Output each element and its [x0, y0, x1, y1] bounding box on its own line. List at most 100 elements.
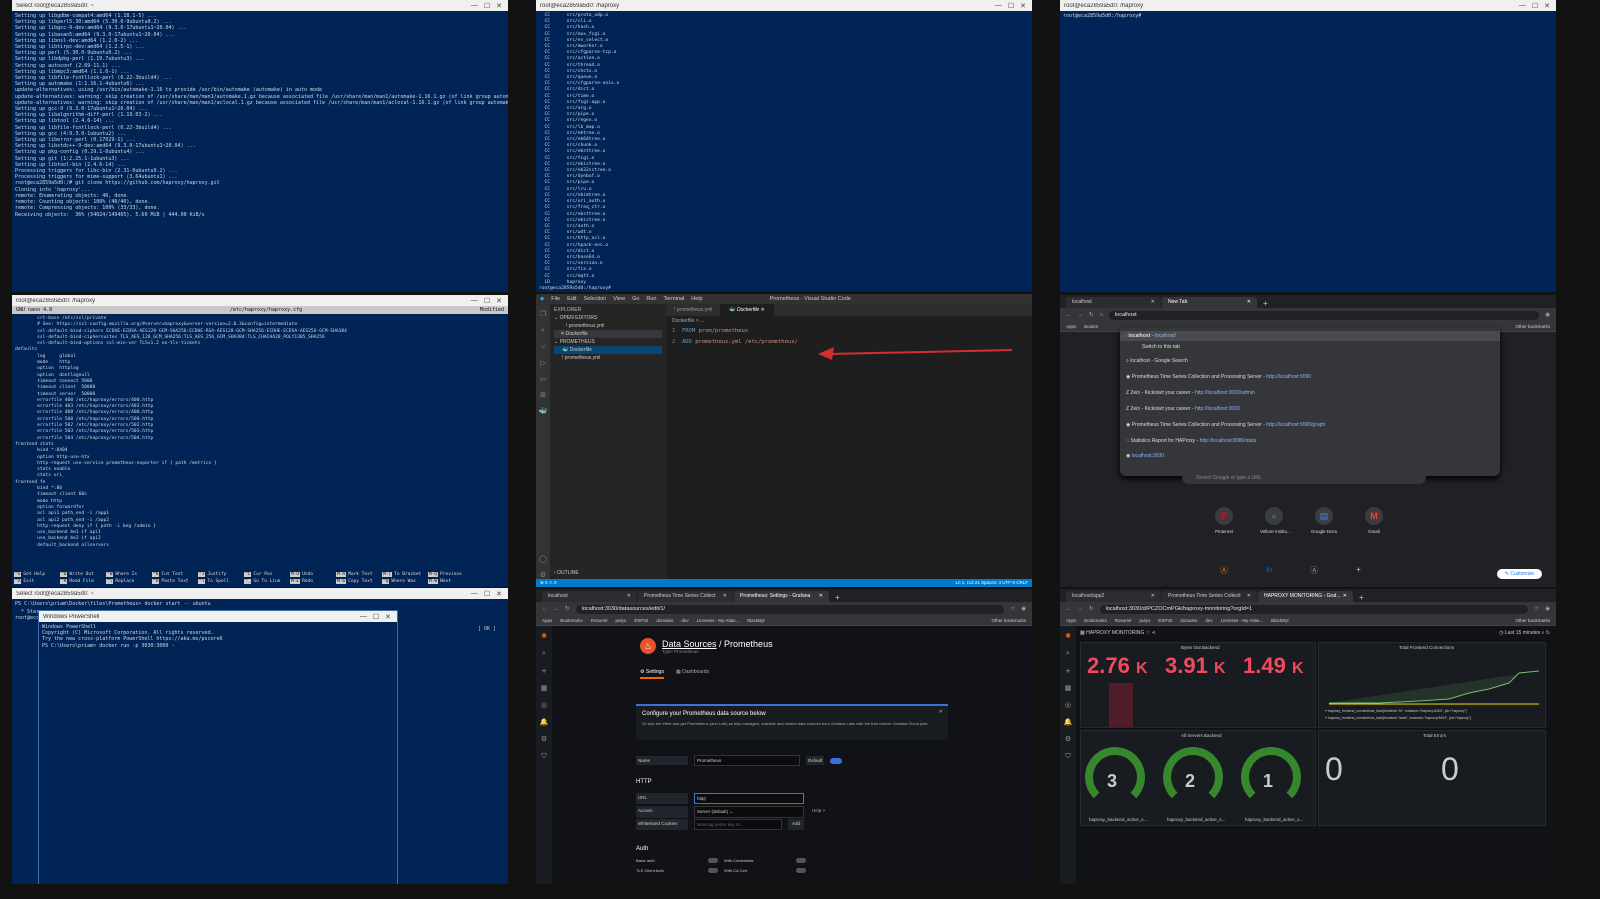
maximize-icon[interactable]: ☐ — [1532, 2, 1538, 10]
terminal-output[interactable]: Setting up libgdbm-compat4:amd64 (1.18.1… — [12, 11, 508, 292]
explore-icon[interactable]: ◎ — [541, 701, 547, 709]
panel-all-servers[interactable]: All Servers Backend 3 2 1 haproxy_backen… — [1080, 730, 1316, 826]
configuration-icon[interactable]: ⚙ — [1065, 735, 1071, 743]
tab-localhost[interactable]: localhost ✕ — [1066, 297, 1161, 308]
code-line-1[interactable]: 1 FROM prom/prometheus — [666, 326, 1032, 337]
dashboard-title[interactable]: ▦ HAPROXY MONITORING ☆ ⋖ — [1080, 630, 1156, 636]
terminal-window-powershell[interactable]: Select root@eca2859a5d0: ~ — ☐ ✕ PS C:\User… — [12, 588, 508, 884]
close-icon[interactable]: ✕ — [939, 709, 943, 715]
extensions-icon[interactable]: ⊞ — [540, 391, 546, 399]
legend-item-2[interactable]: ━ haproxy_frontend_connections_total{fro… — [1325, 716, 1471, 720]
close-icon[interactable]: ✕ — [1020, 2, 1026, 10]
terminal-window-nano[interactable]: root@eca2859a5d0: /haproxy — ☐ ✕ GNU nano 4… — [12, 295, 508, 587]
other-bookmarks[interactable]: Other bookmarks — [1515, 618, 1550, 623]
shortcut-vellore[interactable]: ● Vellore Institu... — [1260, 507, 1291, 534]
nano-editor[interactable]: crt-base /etc/ssl/private # See: https:/… — [12, 314, 508, 569]
url-input[interactable]: localhost:3030/datasources/edit/1/ — [575, 604, 1005, 614]
bookmark-item[interactable]: Apps — [542, 618, 552, 623]
legend-item-1[interactable]: ━ haproxy_frontend_connections_total{fro… — [1325, 709, 1467, 713]
docker-icon[interactable]: 🐳 — [539, 407, 548, 415]
bookmark-item[interactable]: Licenses - My Atlas... — [1221, 618, 1264, 623]
credentials-toggle[interactable] — [796, 858, 806, 863]
tab-prometheus-yml[interactable]: ! prometheus.yml — [666, 304, 722, 316]
alerting-icon[interactable]: 🔔 — [540, 718, 549, 726]
close-icon[interactable]: ✕ — [1544, 2, 1550, 10]
minimize-icon[interactable]: — — [995, 2, 1002, 10]
minimize-icon[interactable]: — — [471, 2, 478, 10]
url-input[interactable]: localhost:3030/d/PCZOCmPGk/haproxy-monit… — [1099, 604, 1529, 614]
bookmark-item[interactable]: ESP32 — [634, 618, 648, 623]
customize-button[interactable]: ✎ Customize — [1496, 569, 1542, 579]
tab-dashboards[interactable]: ▦ Dashboards — [676, 669, 709, 679]
menu-item-help[interactable]: Help — [691, 296, 702, 302]
file-item[interactable]: 🐳 Dockerfile — [554, 346, 662, 354]
shortcut-pinterest[interactable]: P Pinterest — [1210, 507, 1238, 534]
bookmark-item[interactable]: Apps — [1066, 618, 1076, 623]
back-icon[interactable]: ← — [1066, 606, 1072, 612]
star-icon[interactable]: ☆ — [1534, 606, 1539, 612]
reload-icon[interactable]: ↻ — [1089, 606, 1094, 612]
maximize-icon[interactable]: ☐ — [484, 2, 490, 10]
close-icon[interactable]: ✕ — [723, 593, 727, 600]
tab-prometheus[interactable]: Prometheus Time Series Collecti ✕ — [1162, 591, 1257, 602]
explore-icon[interactable]: ◎ — [1065, 701, 1071, 709]
home-icon[interactable]: ⌂ — [1100, 312, 1103, 318]
close-icon[interactable]: ✕ — [1247, 593, 1251, 600]
close-icon[interactable]: ✕ — [819, 593, 823, 600]
close-icon[interactable]: ✕ — [496, 297, 502, 305]
access-select[interactable]: Server (default) ⌄ — [694, 806, 804, 818]
file-item[interactable]: ! prometheus.yml — [554, 354, 662, 362]
bookmark-apps[interactable]: Apps — [1066, 324, 1076, 329]
bookmark-item[interactable]: dev — [1205, 618, 1212, 623]
tab-grafana-settings[interactable]: Prometheus: Settings - Grafana ✕ — [734, 591, 829, 602]
forward-icon[interactable]: → — [1078, 312, 1084, 318]
close-icon[interactable]: ✕ — [627, 593, 631, 600]
editor-area[interactable]: ! prometheus.yml 🐳 Dockerfile ✕ Dockerfi… — [666, 304, 1032, 579]
bookmark-item[interactable]: Rosumé — [591, 618, 608, 623]
terminal-window-idle[interactable]: root@eca2859a5d0: /haproxy — ☐ ✕ root@eca28… — [1060, 0, 1556, 292]
tab-localhost[interactable]: localhost ✕ — [542, 591, 637, 602]
forward-icon[interactable]: → — [554, 606, 560, 612]
back-icon[interactable]: ← — [542, 606, 548, 612]
search-icon[interactable]: ⌕ — [1066, 649, 1070, 658]
minimize-icon[interactable]: — — [360, 613, 367, 621]
tab-prometheus[interactable]: Prometheus Time Series Collect ✕ — [638, 591, 733, 602]
status-problems[interactable]: ⊗ 0 ⚠ 0 — [540, 579, 557, 587]
default-toggle[interactable] — [830, 757, 843, 764]
bookmark-item[interactable]: Licenses - My Atlas... — [697, 618, 740, 623]
shield-icon[interactable]: ⛉ — [541, 752, 546, 761]
tab-settings[interactable]: ⚙ Settings — [640, 669, 664, 679]
close-icon[interactable]: ✕ — [496, 590, 502, 598]
help-link[interactable]: Help > — [810, 806, 827, 818]
close-icon[interactable]: ✕ — [1247, 299, 1251, 306]
profile-icon[interactable]: ◉ — [1545, 312, 1550, 318]
suggestion-item[interactable]: ◉ Prometheus Time Series Collection and … — [1126, 417, 1494, 433]
bookmark-item[interactable]: domains — [656, 618, 673, 623]
menu-item-terminal[interactable]: Terminal — [664, 296, 685, 302]
star-icon[interactable]: ☆ — [1010, 606, 1015, 612]
maximize-icon[interactable]: ☐ — [484, 590, 490, 598]
add-shortcut-icon[interactable]: + — [1356, 565, 1361, 576]
close-icon[interactable]: ✕ — [385, 613, 391, 621]
terminal-output[interactable]: CC src/proto_udp.o CC src/cli.o CC src/h… — [536, 11, 1032, 292]
google-search-box[interactable]: Search Google or type a URL — [1182, 471, 1426, 484]
open-editors-section[interactable]: ⌄ OPEN EDITORS — [554, 314, 662, 322]
maximize-icon[interactable]: ☐ — [373, 613, 379, 621]
run-debug-icon[interactable]: ▷ — [540, 359, 545, 367]
bookmark-item[interactable]: dev — [681, 618, 688, 623]
new-tab-icon[interactable]: + — [1354, 593, 1369, 602]
suggestion-item[interactable]: Z Zeio - Kickstart your career - http://… — [1126, 401, 1494, 417]
suggestion-item[interactable]: ◌ localhost - localhost/ — [1120, 331, 1500, 341]
switch-tab-suggestion[interactable]: Switch to this tab — [1126, 341, 1494, 353]
profile-icon[interactable]: ◉ — [1021, 606, 1026, 612]
bookmark-item[interactable]: Rosumé — [1115, 618, 1132, 623]
bookmark-item[interactable]: pulyo — [1140, 618, 1151, 623]
breadcrumb-link[interactable]: Data Sources — [662, 639, 717, 649]
shield-icon[interactable]: ⛉ — [1065, 752, 1070, 761]
tab-localhost-app2[interactable]: localhost/app2 ✕ — [1066, 591, 1161, 602]
panel-bytes-out[interactable]: Bytes Out Backend 2.76 K 3.91 K 1.49 K — [1080, 642, 1316, 728]
terminal-window-apt[interactable]: Select root@eca2859a5d0: ~ — ☐ ✕ Setting up… — [12, 0, 508, 292]
folder-section[interactable]: ⌄ PROMETHEUS — [554, 338, 662, 346]
menu-item-edit[interactable]: Edit — [567, 296, 576, 302]
create-icon[interactable]: + — [1065, 667, 1071, 675]
